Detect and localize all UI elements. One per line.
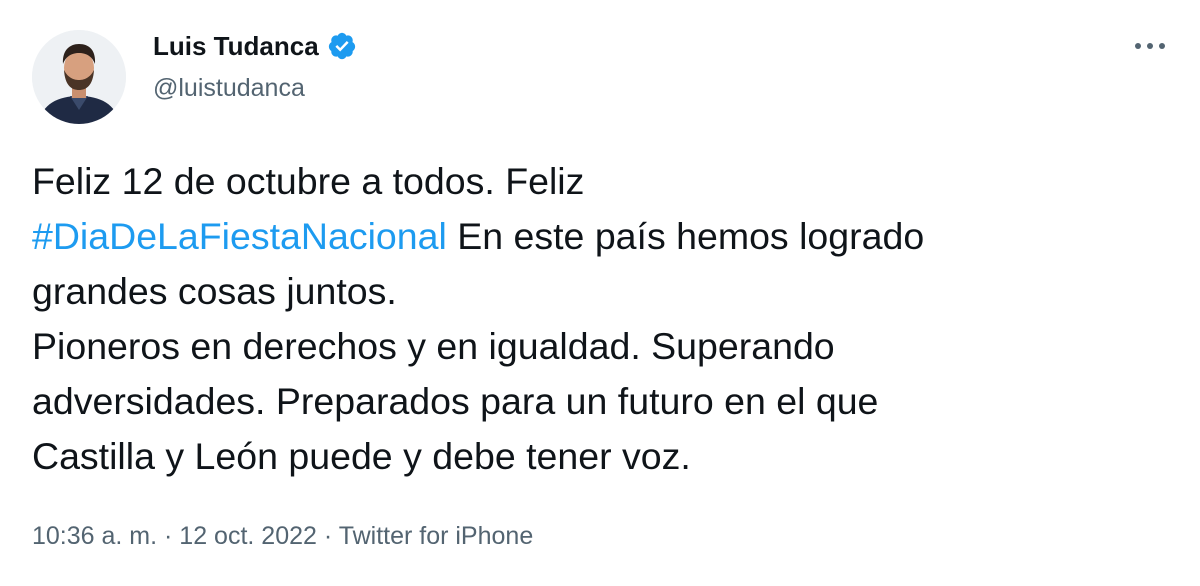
tweet-text-line: Pioneros en derechos y en igualdad. Supe… [32, 325, 835, 367]
tweet-text-segment: En este país hemos logrado [446, 215, 925, 257]
tweet-text-line: adversidades. Preparados para un futuro … [32, 380, 879, 422]
tweet-date[interactable]: 12 oct. 2022 [179, 522, 317, 550]
verified-badge-icon [328, 32, 355, 60]
tweet-text-line: grandes cosas juntos. [32, 270, 397, 312]
tweet-text-line: #DiaDeLaFiestaNacional En este país hemo… [32, 209, 1162, 264]
tweet-time[interactable]: 10:36 a. m. [32, 522, 157, 550]
more-horizontal-icon[interactable] [1130, 34, 1170, 58]
avatar-image [32, 30, 126, 124]
tweet-text: Feliz 12 de octubre a todos. Feliz #DiaD… [32, 154, 1162, 484]
tweet-text-line: Feliz 12 de octubre a todos. Feliz [32, 160, 585, 202]
author-display-name[interactable]: Luis Tudanca [153, 30, 319, 62]
tweet-meta: 10:36 a. m. · 12 oct. 2022 · Twitter for… [32, 519, 533, 553]
hashtag-link[interactable]: #DiaDeLaFiestaNacional [32, 215, 447, 257]
avatar[interactable] [32, 30, 126, 124]
author-handle[interactable]: @luistudanca [153, 72, 305, 104]
meta-separator: · [316, 522, 339, 550]
author-name-row[interactable]: Luis Tudanca [153, 30, 357, 62]
tweet-source[interactable]: Twitter for iPhone [339, 522, 534, 550]
meta-separator: · [157, 522, 180, 550]
tweet-text-line: Castilla y León puede y debe tener voz. [32, 435, 691, 477]
